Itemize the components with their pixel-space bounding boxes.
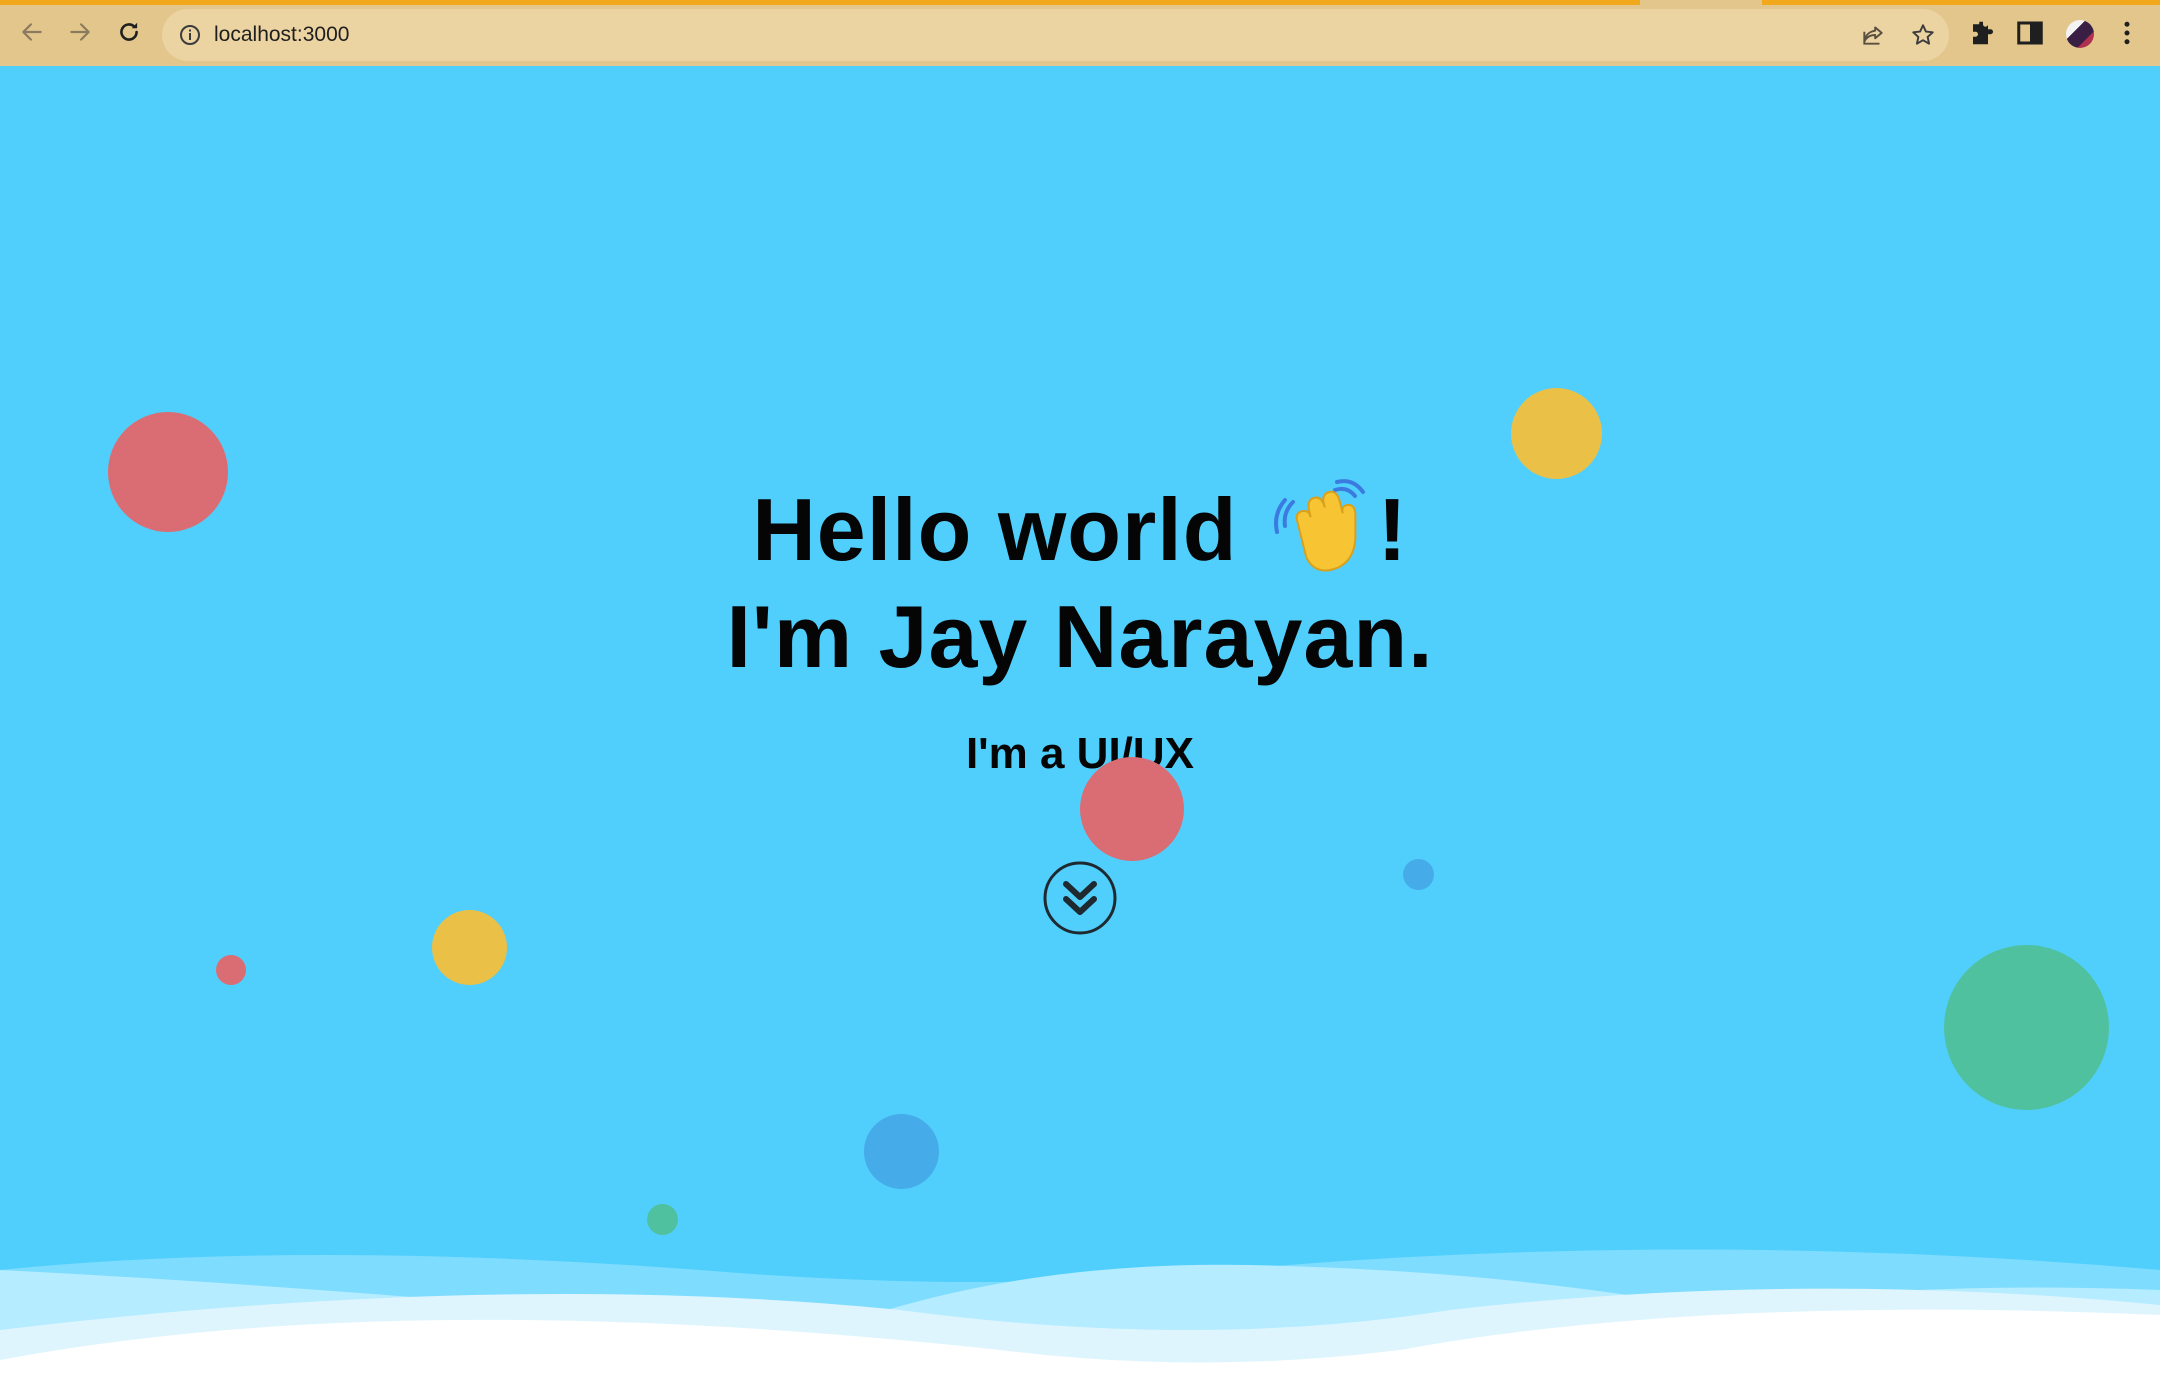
address-bar[interactable]: localhost:3000 <box>162 9 1949 61</box>
forward-arrow-icon <box>70 23 90 41</box>
back-arrow-icon <box>22 23 42 41</box>
hero-greeting: Hello world ! <box>0 478 2160 582</box>
hero-subtitle: I'm a UI/UX <box>965 729 1195 778</box>
hero-name: I'm Jay Narayan. <box>726 587 1434 686</box>
double-chevron-down-icon <box>1063 881 1097 915</box>
scroll-down-button[interactable] <box>1043 861 1117 935</box>
reload-icon <box>120 22 138 41</box>
extensions-puzzle-icon[interactable] <box>1968 18 1998 48</box>
side-panel-icon[interactable] <box>2015 18 2045 48</box>
decorative-bubble <box>432 910 507 985</box>
waving-hand-icon <box>1274 479 1366 572</box>
reload-button[interactable] <box>111 14 147 50</box>
browser-toolbar: localhost:3000 <box>0 0 2160 66</box>
star-icon[interactable] <box>1910 22 1936 48</box>
back-button[interactable] <box>14 14 50 50</box>
share-icon[interactable] <box>1860 22 1886 48</box>
info-icon[interactable] <box>178 23 202 47</box>
decorative-bubble <box>1403 859 1434 890</box>
page-load-progress-bar <box>0 0 2160 5</box>
decorative-bubble <box>1080 757 1184 861</box>
profile-avatar[interactable] <box>2066 20 2094 48</box>
forward-button[interactable] <box>62 14 98 50</box>
decorative-bubble <box>216 955 246 985</box>
decorative-bubble <box>1511 388 1602 479</box>
url-text[interactable]: localhost:3000 <box>214 21 349 49</box>
greeting-text: Hello world <box>752 480 1238 579</box>
bottom-wave-decoration <box>0 1249 2160 1393</box>
exclaim-text: ! <box>1377 480 1408 579</box>
decorative-bubble <box>1944 945 2109 1110</box>
decorative-bubble <box>864 1114 939 1189</box>
kebab-menu-icon[interactable] <box>2112 18 2142 48</box>
